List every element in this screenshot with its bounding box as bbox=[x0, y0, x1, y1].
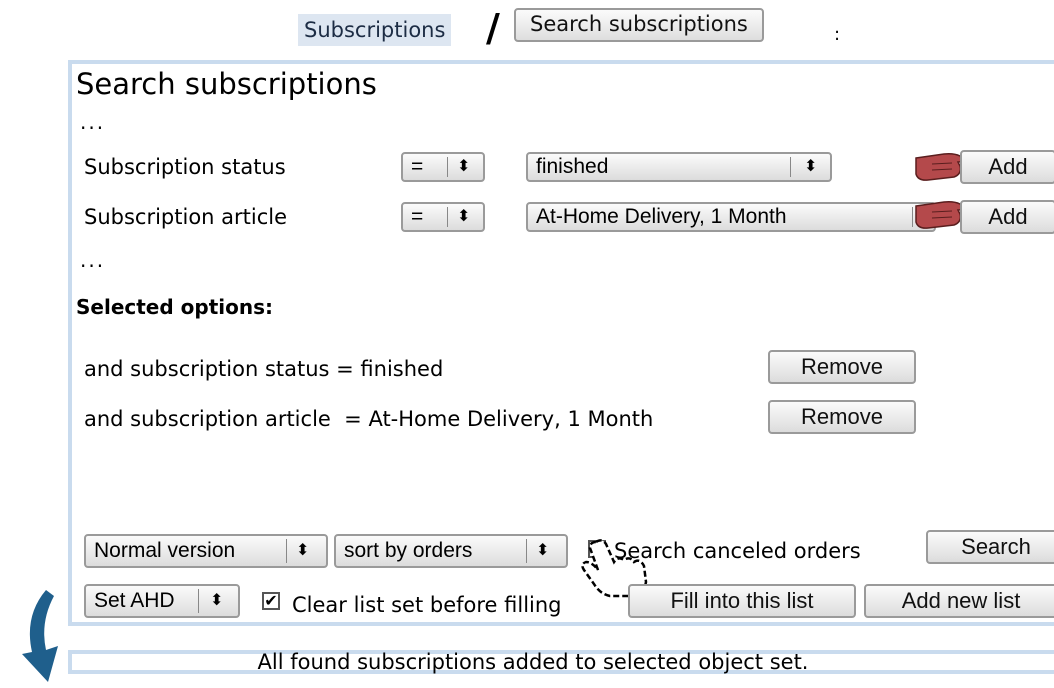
set-select[interactable]: Set AHD ⬍ bbox=[84, 584, 240, 618]
search-subscriptions-button[interactable]: Search subscriptions bbox=[514, 8, 764, 42]
status-message: All found subscriptions added to selecte… bbox=[257, 650, 809, 674]
breadcrumb-colon: : bbox=[834, 24, 841, 45]
remove-status-button[interactable]: Remove bbox=[768, 350, 916, 384]
ellipsis-bottom: ... bbox=[80, 248, 106, 272]
status-value-select[interactable]: finished ⬍ bbox=[526, 152, 832, 182]
version-select[interactable]: Normal version ⬍ bbox=[84, 534, 328, 568]
set-value: Set AHD bbox=[94, 589, 175, 612]
curved-arrow-icon bbox=[22, 590, 58, 682]
add-article-button[interactable]: Add bbox=[960, 200, 1054, 234]
updown-arrows-icon: ⬍ bbox=[457, 158, 471, 175]
updown-arrows-icon: ⬍ bbox=[536, 542, 550, 559]
panel-title: Search subscriptions bbox=[76, 67, 377, 101]
operator-select-article[interactable]: = ⬍ bbox=[401, 202, 485, 232]
criterion-label-article: Subscription article bbox=[84, 205, 288, 229]
fill-into-list-button[interactable]: Fill into this list bbox=[628, 584, 856, 618]
operator-value: = bbox=[411, 155, 424, 178]
operator-select-status[interactable]: = ⬍ bbox=[401, 152, 485, 182]
version-value: Normal version bbox=[94, 539, 236, 562]
ellipsis-top: ... bbox=[80, 110, 106, 134]
article-value-select[interactable]: At-Home Delivery, 1 Month bbox=[526, 202, 936, 232]
updown-arrows-icon: ⬍ bbox=[210, 592, 224, 609]
checkmark-icon: ✔ bbox=[264, 591, 278, 610]
sort-select[interactable]: sort by orders ⬍ bbox=[334, 534, 568, 568]
clear-list-label: Clear list set before filling bbox=[292, 593, 562, 617]
add-new-list-button[interactable]: Add new list bbox=[864, 584, 1054, 618]
breadcrumb-separator: / bbox=[486, 6, 500, 50]
selected-option-article: and subscription article = At-Home Deliv… bbox=[84, 407, 654, 431]
updown-arrows-icon: ⬍ bbox=[457, 208, 471, 225]
status-value: finished bbox=[536, 155, 609, 178]
criterion-label-status: Subscription status bbox=[84, 155, 286, 179]
selected-options-heading: Selected options: bbox=[76, 295, 274, 319]
sort-value: sort by orders bbox=[344, 539, 473, 562]
remove-article-button[interactable]: Remove bbox=[768, 400, 916, 434]
breadcrumb-tab-subscriptions[interactable]: Subscriptions bbox=[298, 14, 452, 46]
operator-value: = bbox=[411, 205, 424, 228]
search-button[interactable]: Search bbox=[926, 530, 1054, 564]
article-value: At-Home Delivery, 1 Month bbox=[536, 205, 787, 228]
add-status-button[interactable]: Add bbox=[960, 150, 1054, 184]
selected-option-status: and subscription status = finished bbox=[84, 357, 444, 381]
updown-arrows-icon: ⬍ bbox=[296, 542, 310, 559]
updown-arrows-icon: ⬍ bbox=[804, 158, 818, 175]
clear-list-checkbox[interactable]: ✔ bbox=[262, 592, 280, 610]
